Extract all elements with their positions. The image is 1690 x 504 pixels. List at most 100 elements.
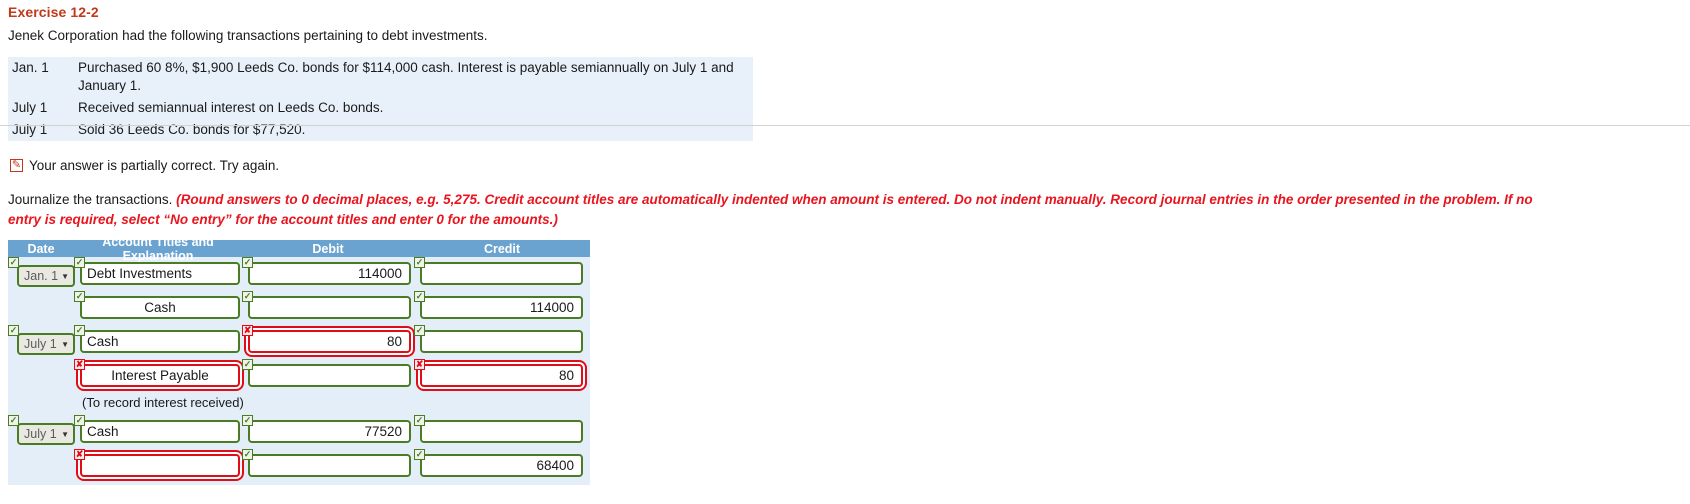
date-status-icon: ✓ xyxy=(8,415,19,427)
chevron-down-icon: ▼ xyxy=(61,429,69,439)
account-status-icon: ✘ xyxy=(74,449,85,461)
credit-value: 114000 xyxy=(529,300,574,316)
table-row: July 1 Sold 36 Leeds Co. bonds for $77,5… xyxy=(8,119,753,141)
cell-credit: ✓ 114000 xyxy=(414,291,590,320)
account-input-3[interactable]: Interest Payable xyxy=(80,364,240,388)
instructions-emphasis: (Round answers to 0 decimal places, e.g.… xyxy=(8,192,1533,227)
cell-credit: ✓ xyxy=(414,415,590,444)
debit-status-icon: ✘ xyxy=(242,325,253,337)
cell-date xyxy=(8,359,74,367)
account-input-6[interactable] xyxy=(80,454,240,478)
account-value: Cash xyxy=(144,300,176,316)
fact-description: Received semiannual interest on Leeds Co… xyxy=(78,100,384,116)
debit-value: 80 xyxy=(386,334,402,350)
date-select-5[interactable]: July 1 ▼ xyxy=(17,423,75,446)
cell-date: ✓ July 1 ▼ xyxy=(8,415,75,446)
pencil-icon: ✎ xyxy=(10,159,23,173)
feedback-banner: ✎ Your answer is partially correct. Try … xyxy=(10,158,1690,173)
debit-value: 77520 xyxy=(364,424,402,440)
cell-date xyxy=(8,449,74,457)
debit-input-0[interactable]: 114000 xyxy=(248,262,411,286)
intro-text: Jenek Corporation had the following tran… xyxy=(8,28,488,43)
instructions-lead: Journalize the transactions. xyxy=(8,192,177,208)
account-status-icon: ✓ xyxy=(74,291,85,303)
fact-date: July 1 xyxy=(12,122,48,138)
fact-description: Purchased 60 8%, $1,900 Leeds Co. bonds … xyxy=(78,60,734,94)
fact-description: Sold 36 Leeds Co. bonds for $77,520. xyxy=(78,122,306,138)
cell-debit: ✓ 114000 xyxy=(242,257,414,286)
fact-date: Jan. 1 xyxy=(12,60,49,75)
debit-input-3[interactable] xyxy=(248,364,411,388)
cell-account: ✓ Debt Investments xyxy=(74,257,242,286)
cell-credit: ✓ 68400 xyxy=(414,449,590,478)
account-status-icon: ✓ xyxy=(74,415,85,427)
cell-debit: ✓ xyxy=(242,291,414,320)
account-input-0[interactable]: Debt Investments xyxy=(80,262,240,286)
debit-value: 114000 xyxy=(357,266,402,282)
cell-account: ✓ Cash xyxy=(74,291,242,320)
feedback-text: Your answer is partially correct. Try ag… xyxy=(29,158,280,174)
column-header-debit: Debit xyxy=(312,241,344,256)
journal-rows-container: ✓ Jan. 1 ▼ ✓ Debt Investments ✓ 114000 ✓ ✓ Cash ✓ ✓… xyxy=(8,257,590,486)
date-select-value: July 1 xyxy=(24,427,57,442)
debit-input-2[interactable]: 80 xyxy=(248,330,411,354)
memo-text: (To record interest received) xyxy=(82,395,244,411)
journal-memo-row: (To record interest received) xyxy=(8,393,590,415)
account-status-icon: ✓ xyxy=(74,257,85,269)
date-select-2[interactable]: July 1 ▼ xyxy=(17,333,75,356)
cell-credit: ✘ 80 xyxy=(414,359,590,388)
credit-input-1[interactable]: 114000 xyxy=(420,296,583,320)
credit-status-icon: ✓ xyxy=(414,291,425,303)
cell-account: ✘ xyxy=(74,449,242,478)
debit-input-6[interactable] xyxy=(248,454,411,478)
transactions-facts-table: Jan. 1 Purchased 60 8%, $1,900 Leeds Co.… xyxy=(8,57,753,142)
date-status-icon: ✓ xyxy=(8,257,19,269)
journal-header-row: Date Account Titles and Explanation Debi… xyxy=(8,235,590,263)
section-divider xyxy=(0,125,1690,126)
date-select-value: July 1 xyxy=(24,337,57,352)
journal-entry-row: ✘ ✓ ✓ 68400 xyxy=(8,449,590,483)
account-input-1[interactable]: Cash xyxy=(80,296,240,320)
journalize-instructions: Journalize the transactions. (Round answ… xyxy=(8,190,1568,229)
credit-value: 68400 xyxy=(536,458,574,474)
cell-debit: ✓ 77520 xyxy=(242,415,414,444)
account-input-2[interactable]: Cash xyxy=(80,330,240,354)
table-row: Jan. 1 Purchased 60 8%, $1,900 Leeds Co.… xyxy=(8,57,753,97)
journal-entry-row: ✓ Cash ✓ ✓ 114000 xyxy=(8,291,590,325)
debit-status-icon: ✓ xyxy=(242,257,253,269)
chevron-down-icon: ▼ xyxy=(61,339,69,349)
cell-date xyxy=(8,291,74,299)
account-input-5[interactable]: Cash xyxy=(80,420,240,444)
cell-account: ✓ Cash xyxy=(74,325,242,354)
credit-input-5[interactable] xyxy=(420,420,583,444)
column-header-date: Date xyxy=(27,241,55,256)
credit-status-icon: ✘ xyxy=(414,359,425,371)
cell-date: ✓ July 1 ▼ xyxy=(8,325,75,356)
debit-input-1[interactable] xyxy=(248,296,411,320)
credit-status-icon: ✓ xyxy=(414,325,425,337)
debit-status-icon: ✓ xyxy=(242,415,253,427)
cell-date: ✓ Jan. 1 ▼ xyxy=(8,257,75,288)
cell-account: ✘ Interest Payable xyxy=(74,359,242,388)
credit-input-2[interactable] xyxy=(420,330,583,354)
date-status-icon: ✓ xyxy=(8,325,19,337)
debit-input-5[interactable]: 77520 xyxy=(248,420,411,444)
chevron-down-icon: ▼ xyxy=(61,271,69,281)
account-status-icon: ✘ xyxy=(74,359,85,371)
account-value: Interest Payable xyxy=(111,368,209,384)
cell-debit: ✘ 80 xyxy=(242,325,414,354)
cell-debit: ✓ xyxy=(242,359,414,388)
credit-status-icon: ✓ xyxy=(414,449,425,461)
debit-status-icon: ✓ xyxy=(242,449,253,461)
credit-input-6[interactable]: 68400 xyxy=(420,454,583,478)
date-select-0[interactable]: Jan. 1 ▼ xyxy=(17,265,75,288)
facts-body: Jan. 1 Purchased 60 8%, $1,900 Leeds Co.… xyxy=(8,57,753,141)
date-select-value: Jan. 1 xyxy=(24,269,59,284)
debit-status-icon: ✓ xyxy=(242,291,253,303)
cell-credit: ✓ xyxy=(414,325,590,354)
credit-value: 80 xyxy=(558,368,574,384)
journal-entry-table: Date Account Titles and Explanation Debi… xyxy=(8,235,590,486)
credit-input-0[interactable] xyxy=(420,262,583,286)
credit-input-3[interactable]: 80 xyxy=(420,364,583,388)
exercise-header: Exercise 12-2 Jenek Corporation had the … xyxy=(0,4,1690,43)
